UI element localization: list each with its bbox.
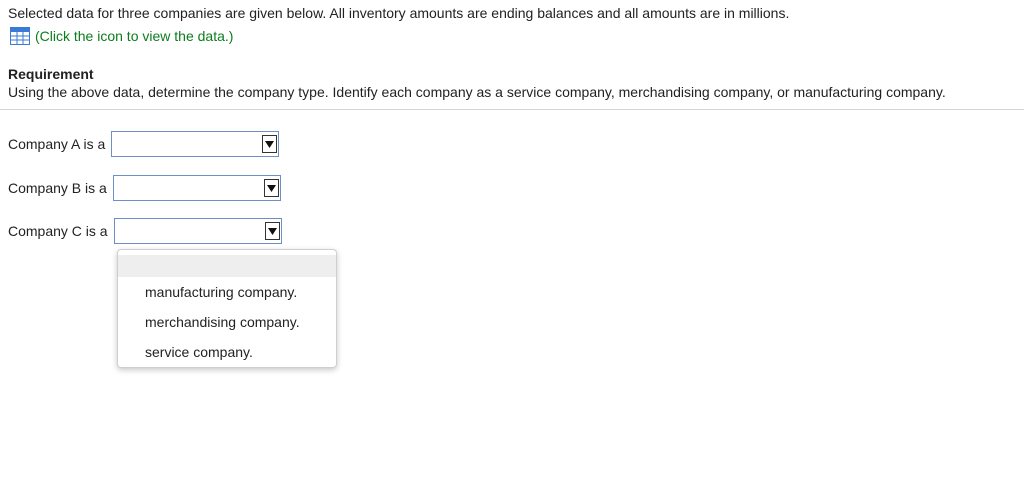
company-c-select[interactable] — [113, 218, 282, 244]
section-divider — [0, 109, 1024, 110]
table-grid-icon[interactable] — [10, 27, 30, 45]
dropdown-option-blank[interactable] — [118, 255, 336, 277]
dropdown-arrow-icon[interactable] — [262, 135, 278, 153]
company-b-select[interactable] — [112, 175, 281, 201]
dropdown-option-manufacturing[interactable]: manufacturing company. — [118, 277, 336, 307]
company-c-row: Company C is a — [8, 218, 282, 244]
intro-text: Selected data for three companies are gi… — [8, 5, 790, 21]
dropdown-option-merchandising[interactable]: merchandising company. — [118, 307, 336, 337]
company-a-select[interactable] — [111, 131, 280, 157]
dropdown-arrow-icon[interactable] — [264, 222, 280, 240]
dropdown-option-service[interactable]: service company. — [118, 337, 336, 367]
dropdown-arrow-icon[interactable] — [263, 179, 279, 197]
company-b-row: Company B is a — [8, 175, 281, 201]
company-b-label: Company B is a — [8, 180, 107, 196]
company-c-dropdown-menu: manufacturing company. merchandising com… — [117, 249, 337, 368]
requirement-text: Using the above data, determine the comp… — [8, 84, 946, 100]
company-a-label: Company A is a — [8, 136, 106, 152]
requirement-heading: Requirement — [8, 66, 94, 82]
view-data-link-label[interactable]: (Click the icon to view the data.) — [35, 28, 233, 44]
view-data-link[interactable]: (Click the icon to view the data.) — [10, 27, 233, 45]
company-c-label: Company C is a — [8, 223, 108, 239]
company-a-row: Company A is a — [8, 131, 280, 157]
